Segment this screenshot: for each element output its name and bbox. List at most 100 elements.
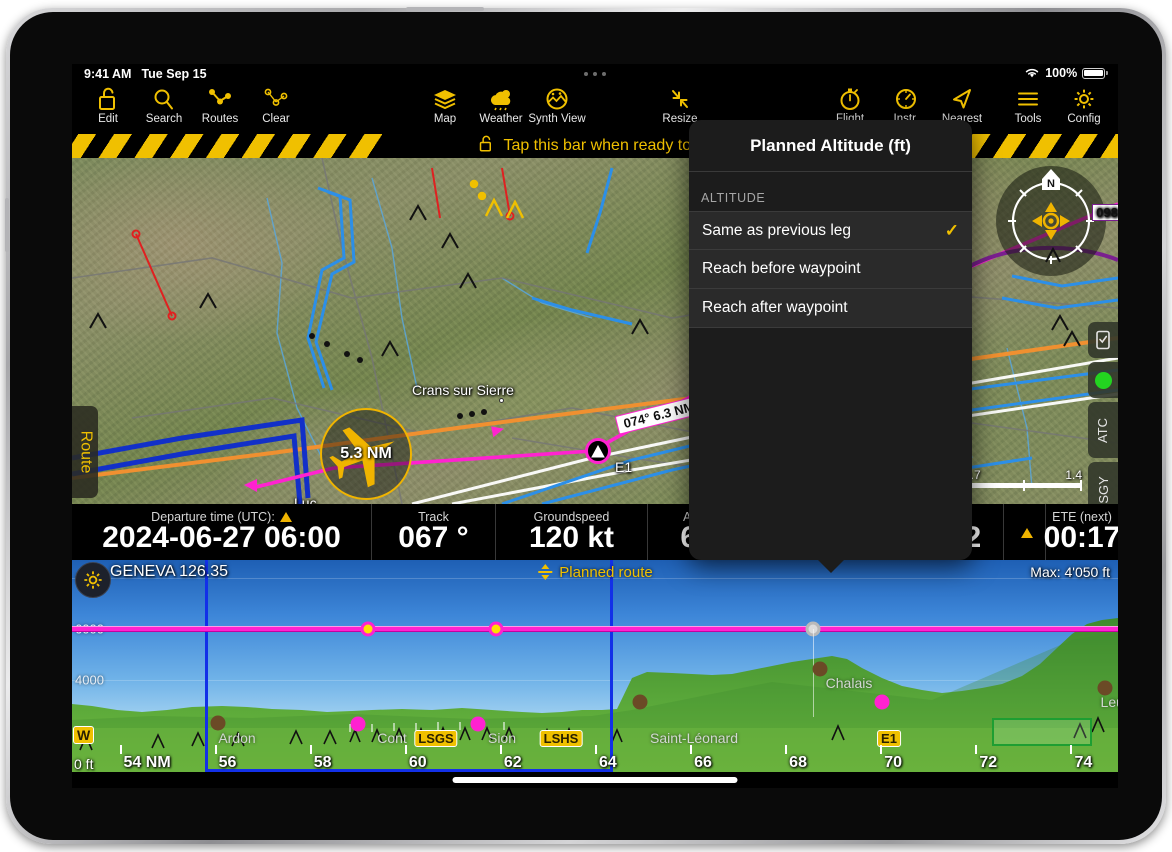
data-cell[interactable]: Departure time (UTC): 2024-06-27 06:00 — [72, 504, 372, 560]
hamburger-icon — [1015, 86, 1041, 112]
check-icon: ✓ — [944, 220, 959, 240]
x-axis-tick — [119, 745, 122, 754]
profile-top-bar: GENEVA 126.35 Planned route Max: 4'050 f… — [72, 560, 1118, 584]
lsgy-tab[interactable]: LSGY — [1088, 462, 1118, 504]
toolbar-button-weather[interactable]: Weather — [473, 86, 529, 125]
profile-ground-waypoint[interactable] — [350, 716, 366, 732]
toolbar-button-routes[interactable]: Routes — [192, 86, 248, 125]
toolbar-label: Weather — [479, 113, 523, 125]
gauge-icon — [894, 86, 918, 112]
x-axis-label: 68 — [789, 754, 807, 771]
profile-airport-badge[interactable]: LSHS — [539, 730, 583, 747]
profile-town-label: Sion — [487, 730, 517, 746]
atc-tab[interactable]: ATC — [1088, 402, 1118, 458]
aircraft-position-marker[interactable]: 5.3 NM — [320, 408, 412, 500]
profile-town-label: Ardon — [218, 730, 256, 746]
popup-title: Planned Altitude (ft) — [689, 120, 972, 172]
app-screen: 9:41 AM Tue Sep 15 100% Edit Search Rout… — [72, 64, 1118, 788]
toolbar-button-map[interactable]: Map — [417, 86, 473, 125]
popup-option-list: Same as previous leg ✓ Reach before waypoi… — [689, 211, 972, 328]
route-tab-label: Route — [77, 430, 95, 474]
compass-rose[interactable]: N — [996, 166, 1106, 276]
toolbar-label: Tools — [1014, 113, 1042, 125]
x-axis-tick — [499, 745, 502, 754]
synth-view-icon — [544, 86, 570, 112]
popup-option-2[interactable]: Reach after waypoint — [689, 289, 972, 328]
status-time: 9:41 AM — [84, 67, 132, 81]
toolbar-button-clear[interactable]: Clear — [248, 86, 304, 125]
multitask-dots-icon[interactable] — [584, 72, 606, 76]
clear-icon — [263, 86, 289, 112]
toolbar-left-group: Edit Search Routes Clear — [80, 86, 304, 125]
data-cell[interactable]: Track 067 ° — [372, 504, 496, 560]
status-date: Tue Sep 15 — [141, 67, 207, 81]
resize-icon — [666, 86, 694, 112]
toolbar-button-synth-view[interactable]: Synth View — [528, 86, 586, 125]
map-waypoint-e1[interactable] — [585, 438, 611, 464]
profile-waypoint[interactable] — [360, 621, 376, 637]
popup-option-0[interactable]: Same as previous leg ✓ — [689, 211, 972, 250]
x-axis-label: 74 — [1074, 754, 1093, 771]
unlock-icon — [97, 86, 119, 112]
x-axis-label: 64 — [599, 754, 617, 771]
data-cell-value: 067 ° — [398, 521, 469, 555]
layers-icon — [432, 86, 458, 112]
lsgy-tab-label: LSGY — [1095, 475, 1111, 504]
x-axis-tick — [595, 745, 597, 754]
toolbar-label: Config — [1067, 113, 1101, 125]
up-down-arrow-icon — [538, 564, 553, 580]
checklist-icon — [1096, 330, 1110, 350]
toolbar-label: Clear — [262, 113, 290, 125]
frequency-label: GENEVA 126.35 — [110, 563, 228, 580]
atc-tab-label: ATC — [1095, 417, 1111, 443]
x-axis-tick — [1070, 745, 1073, 754]
tablet-frame: 9:41 AM Tue Sep 15 100% Edit Search Rout… — [5, 7, 1166, 844]
profile-airport-badge[interactable]: LSGS — [414, 730, 458, 747]
data-cell[interactable]: Groundspeed 120 kt — [496, 504, 648, 560]
waypoint-triangle-icon — [591, 444, 605, 457]
toolbar-label: Edit — [98, 113, 118, 125]
warning-triangle-icon — [1021, 527, 1033, 538]
x-axis-label: 54 NM — [123, 754, 171, 771]
profile-ground-waypoint[interactable] — [470, 716, 486, 732]
popup-option-1[interactable]: Reach before waypoint — [689, 250, 972, 289]
data-cell-value: 00:17 — [1043, 521, 1118, 555]
toolbar-button-search[interactable]: Search — [136, 86, 192, 125]
map-place-dot — [499, 398, 504, 403]
toolbar-button-edit[interactable]: Edit — [80, 86, 136, 125]
route-panel-tab[interactable]: Route — [72, 406, 98, 498]
x-axis-tick — [309, 745, 312, 754]
profile-origin-label: 0 ft — [74, 756, 94, 772]
profile-ground-waypoint[interactable] — [874, 694, 890, 710]
toolbar-label: Map — [433, 113, 457, 125]
planned-route-toggle[interactable]: Planned route — [537, 563, 653, 581]
routes-icon — [207, 86, 233, 112]
profile-x-axis: W 0 ft 54 NM 56 58 60 62 64 66 68 70 72 74 — [72, 726, 1118, 772]
toolbar-button-config[interactable]: Config — [1056, 86, 1112, 125]
planned-altitude-popup[interactable]: Planned Altitude (ft) ALTITUDE Same as p… — [689, 120, 972, 573]
vertical-profile-chart[interactable]: 8000 6000 4000 2000 — [72, 560, 1118, 772]
data-cell[interactable]: ETE (next) 00:17 — [1043, 504, 1118, 560]
power-button[interactable] — [406, 7, 484, 11]
data-cell[interactable] — [1004, 504, 1046, 560]
volume-button[interactable] — [5, 198, 9, 252]
profile-town-dot — [632, 694, 648, 710]
popup-section-label: ALTITUDE — [701, 191, 766, 205]
profile-settings-button[interactable] — [75, 562, 111, 598]
toolbar-button-tools[interactable]: Tools — [1000, 86, 1056, 125]
max-altitude-label: Max: 4'050 ft — [1030, 564, 1110, 580]
gear-icon — [84, 571, 102, 589]
home-indicator[interactable] — [452, 777, 738, 783]
profile-town-label: Leuk Stadt — [1100, 694, 1118, 710]
status-right: 100% — [1024, 66, 1108, 80]
status-green-tab[interactable] — [1088, 362, 1118, 398]
planned-altitude-line — [72, 626, 1118, 632]
status-bar: 9:41 AM Tue Sep 15 100% — [72, 64, 1118, 84]
profile-town-label: Chalais — [825, 675, 873, 691]
battery-percent: 100% — [1045, 66, 1078, 80]
profile-waypoint[interactable] — [488, 621, 504, 637]
data-cell-value: 2024-06-27 06:00 — [102, 521, 341, 555]
terrain-warning-box — [992, 718, 1092, 746]
unlock-icon — [478, 135, 495, 158]
checklist-tab[interactable] — [1088, 322, 1118, 358]
